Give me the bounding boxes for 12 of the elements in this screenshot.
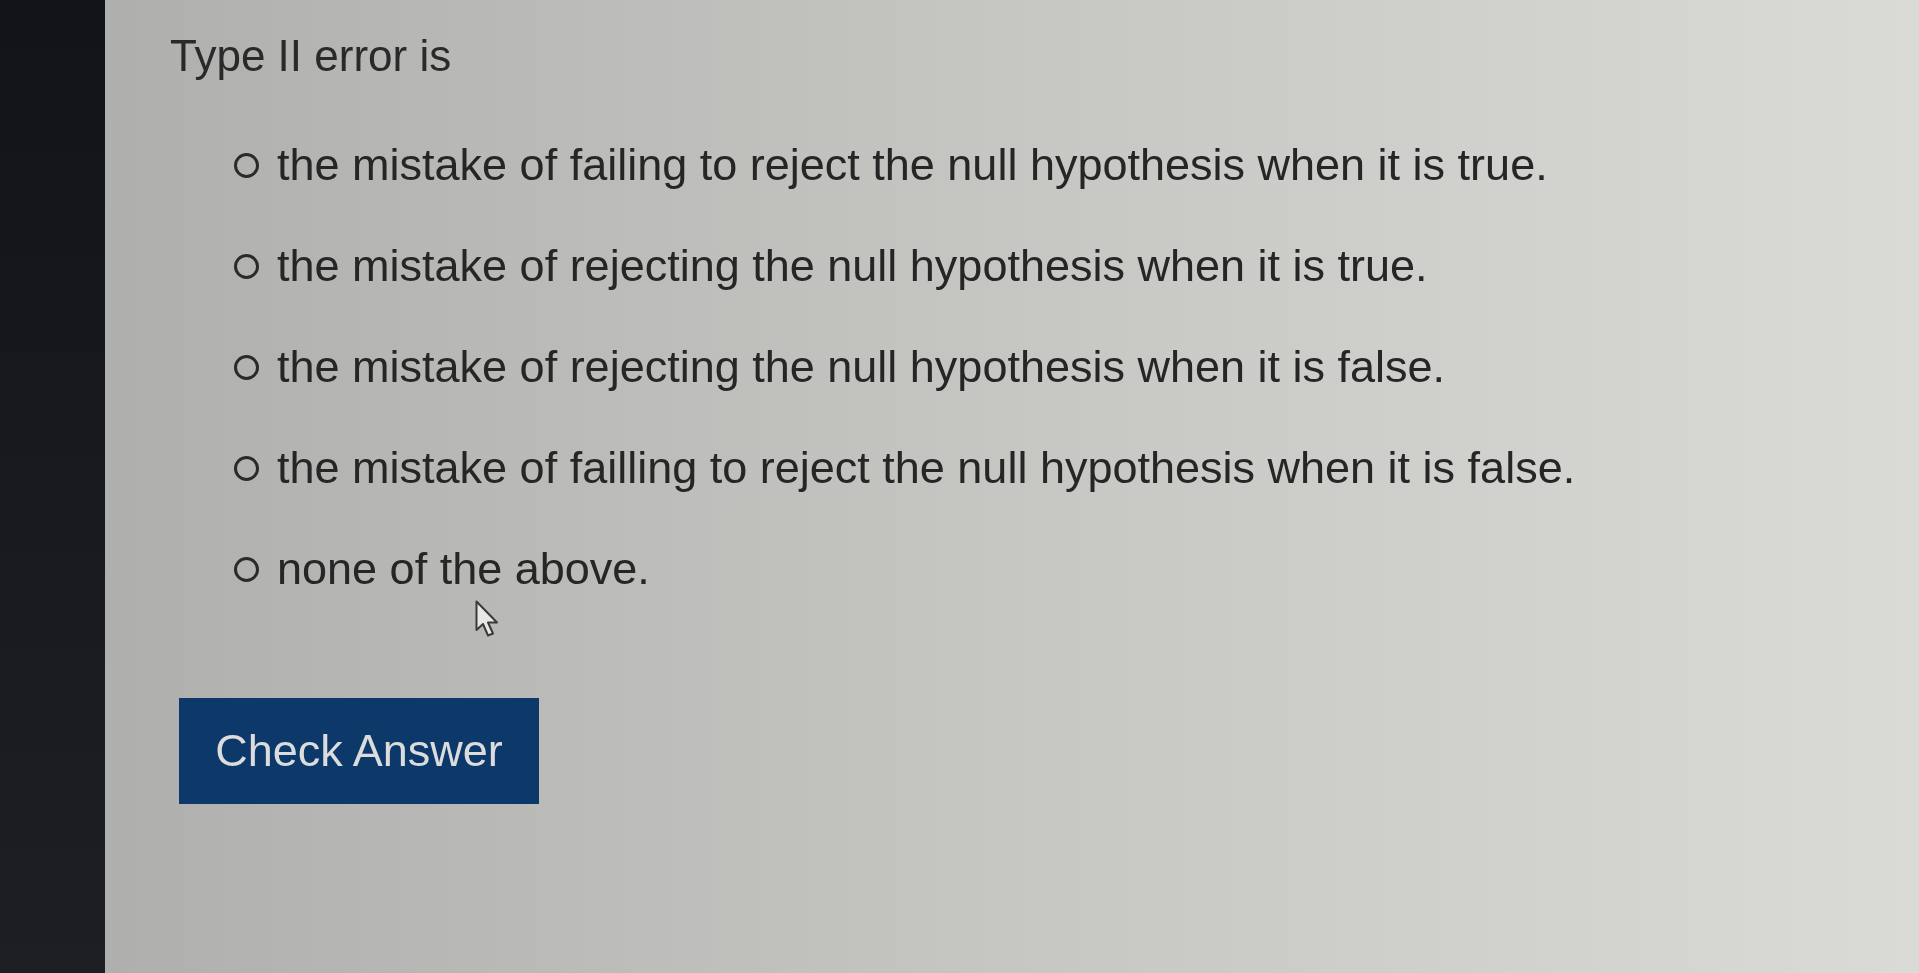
radio-button[interactable] — [234, 455, 259, 481]
question-text: Type II error is — [170, 30, 452, 82]
radio-button[interactable] — [234, 556, 259, 582]
radio-button[interactable] — [234, 253, 259, 279]
check-answer-button[interactable]: Check Answer — [179, 698, 539, 804]
option-label[interactable]: the mistake of rejecting the null hypothesis when it is true. — [277, 238, 1428, 294]
option-label[interactable]: the mistake of failling to reject the null hypothesis when it is false. — [277, 440, 1576, 496]
option-label[interactable]: the mistake of rejecting the null hypothesis when it is false. — [277, 339, 1446, 395]
radio-button[interactable] — [234, 354, 259, 380]
option-label[interactable]: the mistake of failing to reject the null hypothesis when it is true. — [277, 137, 1548, 193]
option-label[interactable]: none of the above. — [277, 541, 650, 597]
radio-button[interactable] — [234, 152, 259, 178]
